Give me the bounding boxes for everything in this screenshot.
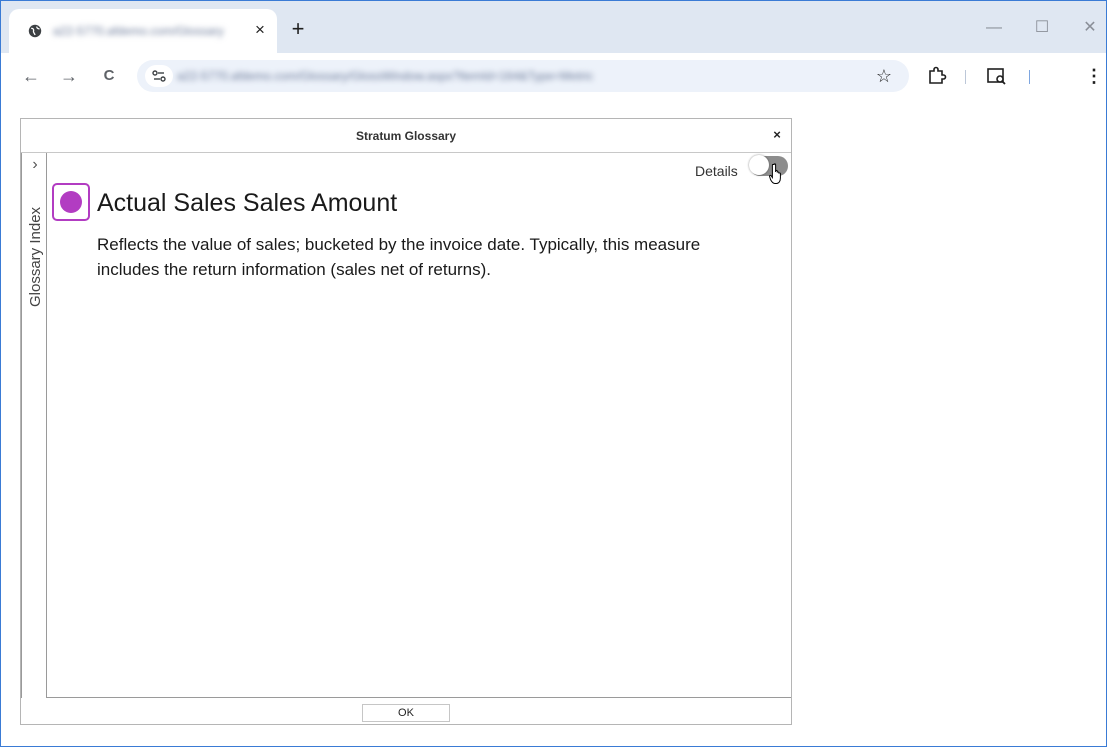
toolbar-separator xyxy=(965,70,966,84)
reload-button[interactable]: C xyxy=(97,64,121,88)
url-text: a22-5770.afdemo.com/Glossary/GlossWindow… xyxy=(177,69,594,83)
back-button[interactable]: ← xyxy=(19,64,43,88)
toggle-knob xyxy=(749,155,769,175)
details-label: Details xyxy=(695,163,738,179)
dialog-header: Stratum Glossary × xyxy=(21,119,791,153)
term-content: Details Actual Sales Sales Amount Reflec… xyxy=(47,153,791,698)
address-bar[interactable]: a22-5770.afdemo.com/Glossary/GlossWindow… xyxy=(137,60,909,92)
toolbar-separator xyxy=(1029,70,1030,84)
minimize-button[interactable]: — xyxy=(979,17,1009,39)
glossary-index-rail[interactable]: › Glossary Index xyxy=(21,153,47,698)
tab-close-icon[interactable]: × xyxy=(249,19,271,41)
glossary-index-label[interactable]: Glossary Index xyxy=(27,183,45,307)
forward-button[interactable]: → xyxy=(57,64,81,88)
tab-title: a22-5770.afdemo.com/Glossary xyxy=(53,24,224,38)
term-title: Actual Sales Sales Amount xyxy=(97,189,398,217)
window-close-button[interactable]: ✕ xyxy=(1075,17,1105,39)
dialog-title: Stratum Glossary xyxy=(355,129,457,143)
new-tab-button[interactable]: + xyxy=(287,18,309,40)
term-description: Reflects the value of sales; bucketed by… xyxy=(97,235,701,279)
globe-icon xyxy=(28,24,42,38)
glossary-dialog: Stratum Glossary × › Glossary Index Deta… xyxy=(20,118,792,725)
site-info-button[interactable] xyxy=(145,65,173,87)
dialog-close-button[interactable]: × xyxy=(769,126,785,144)
chevron-right-icon[interactable]: › xyxy=(28,156,42,174)
maximize-button[interactable]: ☐ xyxy=(1027,17,1057,39)
browser-toolbar: ← → C a22-5770.afdemo.com/Glossary/Gloss… xyxy=(1,53,1106,99)
ok-button[interactable]: OK xyxy=(362,704,450,722)
bookmark-star-icon[interactable]: ☆ xyxy=(873,65,895,87)
search-page-icon[interactable] xyxy=(985,64,1009,88)
dialog-body: › Glossary Index Details Actual Sales Sa… xyxy=(21,153,791,698)
puzzle-icon[interactable] xyxy=(925,64,949,88)
browser-tab[interactable]: a22-5770.afdemo.com/Glossary × xyxy=(9,9,277,53)
browser-window: a22-5770.afdemo.com/Glossary × + — ☐ ✕ ←… xyxy=(0,0,1107,747)
tune-icon xyxy=(152,70,166,82)
dialog-footer: OK xyxy=(21,699,791,724)
metric-icon xyxy=(52,183,90,221)
metric-icon-dot xyxy=(60,191,82,213)
tab-strip: a22-5770.afdemo.com/Glossary × + — ☐ ✕ xyxy=(1,1,1106,53)
hand-cursor-icon xyxy=(769,163,781,184)
browser-menu-button[interactable]: ⋮ xyxy=(1085,64,1103,88)
